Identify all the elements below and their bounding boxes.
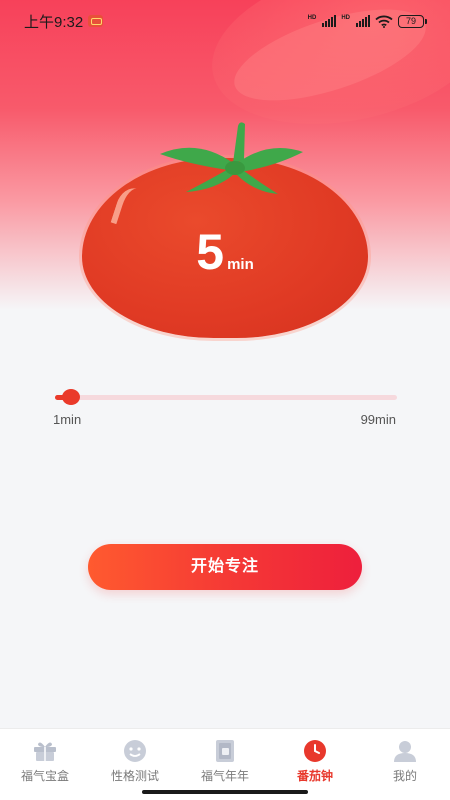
signal-icon [356,15,370,27]
start-focus-button[interactable]: 开始专注 [88,544,362,590]
home-indicator [142,790,308,794]
notification-icon [88,15,104,27]
tab-fortune-box[interactable]: 福气宝盒 [0,729,90,800]
hd-label: HD [341,14,350,21]
tab-mine[interactable]: 我的 [360,729,450,800]
tab-label: 福气宝盒 [20,769,69,783]
tab-label: 番茄钟 [296,769,333,783]
tab-label: 我的 [392,769,417,783]
wifi-icon [375,15,393,28]
signal-icon [322,15,337,27]
duration-slider[interactable] [55,388,397,408]
slider-track[interactable] [55,395,397,400]
timer-value: 5 [196,224,226,280]
status-time: 上午9:32 [24,13,84,31]
status-right: HD HD 79 [307,14,427,28]
calendar-book-icon [212,739,238,763]
user-icon [392,739,418,763]
status-bar: 上午9:32 HD HD 79 [0,0,450,42]
slider-min-label: 1min [53,412,82,427]
battery-icon: 79 [398,14,427,28]
timer-unit: min [227,256,254,273]
slider-thumb[interactable] [62,389,80,405]
clock-icon [302,739,328,763]
tomato-leaf-icon [160,122,303,194]
tab-label: 福气年年 [200,769,249,783]
hd-label: HD [307,14,317,21]
smiley-icon [122,739,148,763]
status-left: 上午9:32 [24,11,104,32]
slider-max-label: 99min [360,412,396,427]
gift-box-icon [32,739,58,763]
tomato-timer[interactable]: 5 min [78,118,372,343]
tab-label: 性格测试 [110,769,159,783]
timer-display: 5 min [78,223,372,281]
